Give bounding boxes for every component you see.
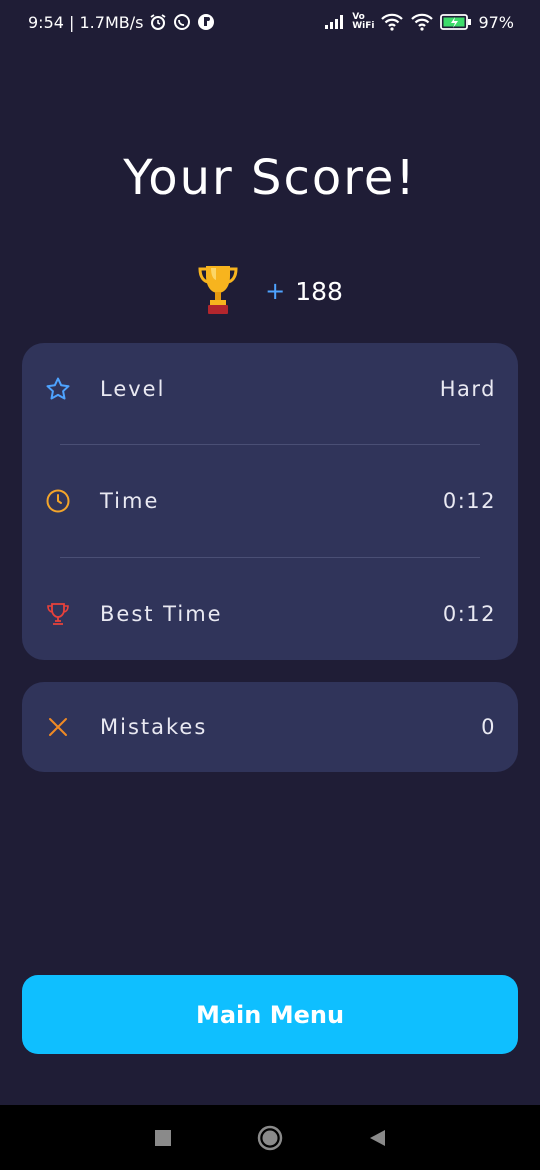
best-time-row: Best Time 0:12 bbox=[22, 584, 518, 644]
wifi-icon-2 bbox=[410, 13, 434, 31]
status-right: Vo WiFi 97% bbox=[324, 13, 514, 32]
signal-icon bbox=[324, 14, 346, 30]
recents-button[interactable] bbox=[143, 1118, 183, 1158]
home-button[interactable] bbox=[250, 1118, 290, 1158]
back-button[interactable] bbox=[357, 1118, 397, 1158]
vowifi-indicator: Vo WiFi bbox=[352, 13, 374, 31]
mistakes-value: 0 bbox=[481, 715, 496, 739]
app-notification-icon bbox=[197, 13, 215, 31]
triangle-back-icon bbox=[369, 1129, 385, 1146]
circle-icon bbox=[257, 1125, 283, 1150]
divider bbox=[60, 557, 480, 558]
score-text: + 188 bbox=[265, 277, 343, 306]
main-menu-button[interactable]: Main Menu bbox=[22, 975, 518, 1054]
whatsapp-icon bbox=[173, 13, 191, 31]
score-row: + 188 bbox=[0, 262, 540, 320]
star-icon bbox=[44, 375, 72, 403]
divider bbox=[60, 444, 480, 445]
wifi-icon bbox=[380, 13, 404, 31]
time-row: Time 0:12 bbox=[22, 471, 518, 531]
x-icon bbox=[44, 713, 72, 741]
best-time-label: Best Time bbox=[100, 602, 223, 626]
mistakes-card: Mistakes 0 bbox=[22, 682, 518, 772]
score-plus: + bbox=[265, 277, 286, 305]
square-icon bbox=[155, 1129, 172, 1146]
battery-charging-icon bbox=[440, 13, 472, 31]
trophy-icon bbox=[197, 262, 239, 320]
status-time-speed: 9:54 | 1.7MB/s bbox=[28, 12, 144, 32]
time-value: 0:12 bbox=[442, 489, 496, 513]
level-label: Level bbox=[100, 377, 166, 401]
battery-percent: 97% bbox=[478, 12, 514, 32]
score-value: 188 bbox=[295, 276, 343, 306]
trophy-outline-icon bbox=[44, 600, 72, 628]
level-value: Hard bbox=[439, 377, 496, 401]
alarm-icon bbox=[149, 13, 167, 31]
stats-card: Level Hard Time 0:12 Best Time 0:12 bbox=[22, 343, 518, 660]
level-row: Level Hard bbox=[22, 359, 518, 419]
mistakes-row: Mistakes 0 bbox=[22, 697, 518, 757]
status-bar: 9:54 | 1.7MB/s Vo WiFi 97% bbox=[0, 0, 540, 44]
status-left: 9:54 | 1.7MB/s bbox=[28, 13, 215, 32]
mistakes-label: Mistakes bbox=[100, 715, 208, 739]
time-label: Time bbox=[100, 489, 160, 513]
best-time-value: 0:12 bbox=[442, 602, 496, 626]
navigation-bar bbox=[0, 1105, 540, 1170]
page-title: Your Score! bbox=[123, 150, 417, 206]
clock-icon bbox=[44, 487, 72, 515]
wifi-label: WiFi bbox=[352, 21, 375, 31]
